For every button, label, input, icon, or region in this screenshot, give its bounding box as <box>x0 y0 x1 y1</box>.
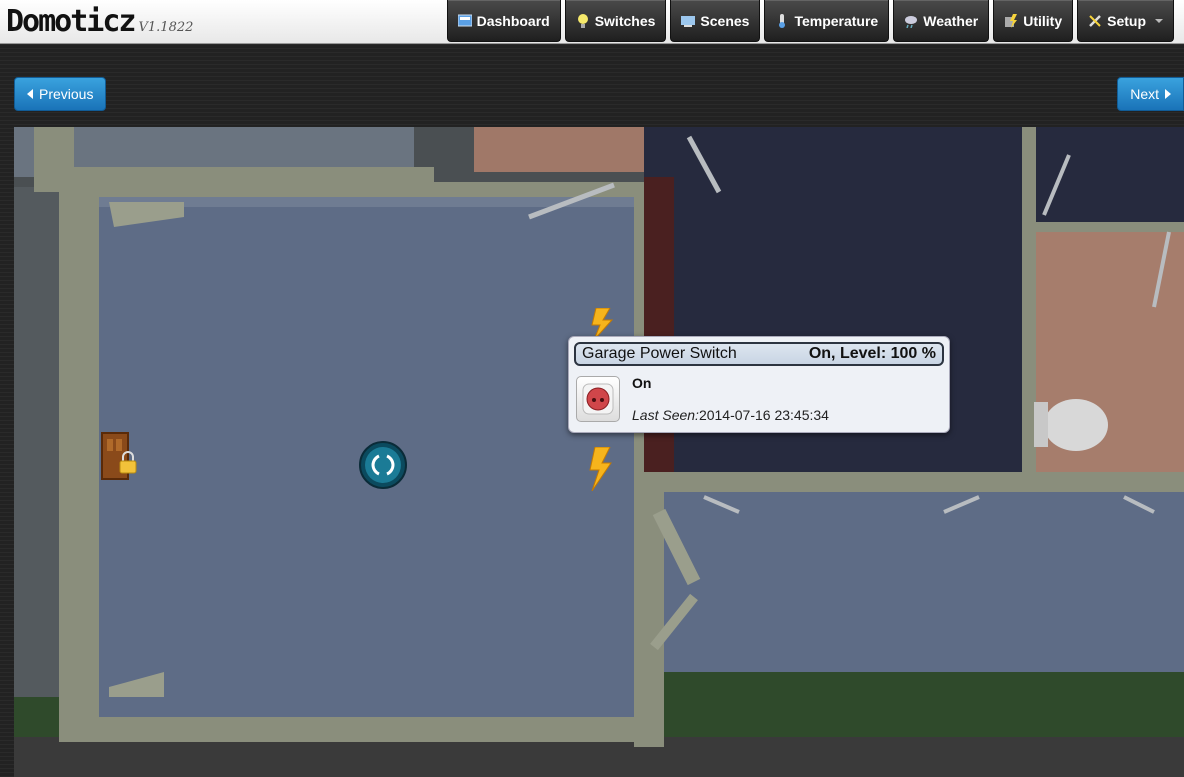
nav-setup-button[interactable]: Setup <box>1077 0 1174 42</box>
nav-switches-button[interactable]: Switches <box>564 0 667 42</box>
weather-icon <box>904 14 918 28</box>
nav-setup-label: Setup <box>1107 12 1146 29</box>
chevron-down-icon <box>1155 18 1163 23</box>
nav-scenes-label: Scenes <box>700 12 750 29</box>
nav-weather-label: Weather <box>923 12 979 29</box>
next-button[interactable]: Next <box>1117 77 1184 111</box>
nav-weather-button[interactable]: Weather <box>893 0 990 42</box>
lightbulb-icon <box>576 13 590 28</box>
top-bar: Domoticz V1.1822 Dashboard Switches Scen… <box>0 0 1184 44</box>
last-seen: Last Seen:2014-07-16 23:45:34 <box>632 407 829 423</box>
main-nav: Dashboard Switches Scenes Temperature We… <box>446 0 1174 42</box>
popup-header: Garage Power Switch On, Level: 100 % <box>574 342 944 366</box>
arrow-left-icon <box>27 89 33 99</box>
brand-logo[interactable]: Domoticz V1.1822 <box>6 2 193 42</box>
lightning-bolt-icon[interactable] <box>588 446 612 496</box>
dashboard-icon <box>457 14 473 28</box>
nav-temperature-button[interactable]: Temperature <box>764 0 890 42</box>
power-socket-icon <box>576 376 620 422</box>
tools-icon <box>1088 14 1102 28</box>
nav-temperature-label: Temperature <box>794 12 879 29</box>
sync-switch-icon[interactable] <box>358 440 408 495</box>
nav-dashboard-button[interactable]: Dashboard <box>446 0 561 42</box>
device-popup: Garage Power Switch On, Level: 100 % On … <box>568 336 950 433</box>
utility-icon <box>1004 13 1018 28</box>
nav-switches-label: Switches <box>594 12 656 29</box>
scenes-icon <box>681 14 696 28</box>
thermometer-icon <box>775 13 789 28</box>
previous-button[interactable]: Previous <box>14 77 107 111</box>
last-seen-label: Last Seen: <box>632 407 699 423</box>
nav-utility-button[interactable]: Utility <box>993 0 1074 42</box>
nav-utility-label: Utility <box>1023 12 1063 29</box>
next-label: Next <box>1130 86 1159 102</box>
previous-label: Previous <box>39 86 94 102</box>
brand-version: V1.1822 <box>138 20 194 35</box>
nav-scenes-button[interactable]: Scenes <box>670 0 761 42</box>
device-status: On, Level: 100 % <box>808 345 936 362</box>
brand-name: Domoticz <box>6 4 136 39</box>
arrow-right-icon <box>1165 89 1171 99</box>
door-lock-icon[interactable] <box>100 431 140 486</box>
device-name: Garage Power Switch <box>582 345 737 362</box>
last-seen-value: 2014-07-16 23:45:34 <box>698 407 829 423</box>
device-state: On <box>632 375 652 391</box>
nav-dashboard-label: Dashboard <box>476 12 550 29</box>
